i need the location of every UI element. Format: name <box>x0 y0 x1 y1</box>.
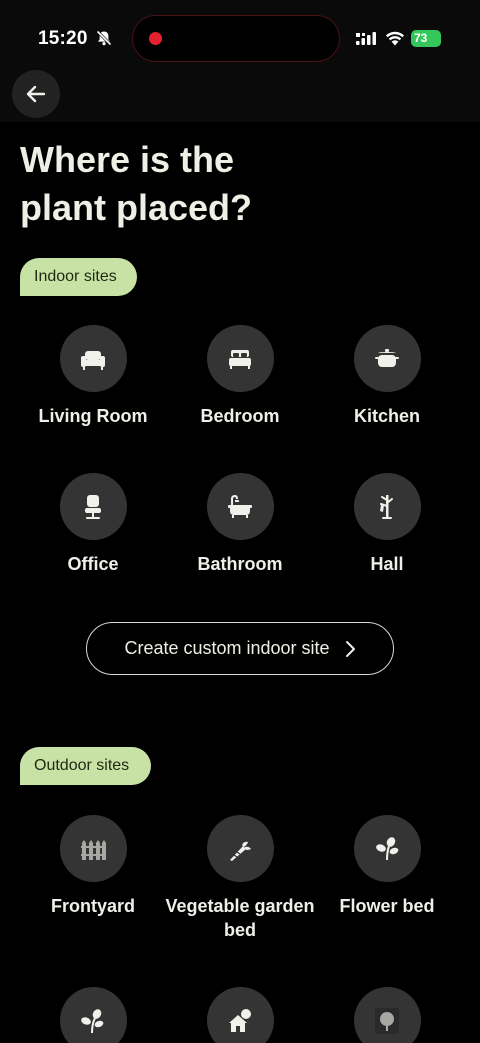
top-bar <box>0 70 480 122</box>
fence-icon <box>59 815 127 882</box>
site-outdoor-4[interactable] <box>18 987 168 1043</box>
tree-icon <box>353 987 421 1043</box>
sofa-icon <box>59 325 127 392</box>
status-bar: 15:20 73 <box>0 0 480 70</box>
dynamic-island <box>132 15 340 62</box>
outdoor-sites-chip: Outdoor sites <box>20 747 151 785</box>
site-office[interactable]: Office <box>18 473 168 576</box>
site-flower-bed[interactable]: Flower bed <box>312 815 462 918</box>
site-label: Hall <box>370 554 404 574</box>
page-title: Where is the plant placed? <box>20 139 253 228</box>
site-outdoor-5[interactable] <box>165 987 315 1043</box>
battery-icon: 73 <box>411 30 441 47</box>
site-bedroom[interactable]: Bedroom <box>165 325 315 428</box>
site-outdoor-6[interactable] <box>312 987 462 1043</box>
site-bathroom[interactable]: Bathroom <box>165 473 315 576</box>
site-label: Kitchen <box>353 406 420 426</box>
site-vegetable-garden-bed[interactable]: Vegetable garden bed <box>165 815 315 942</box>
site-frontyard[interactable]: Frontyard <box>18 815 168 918</box>
back-button[interactable] <box>12 70 60 118</box>
house-icon <box>206 987 274 1043</box>
site-label: Bathroom <box>197 554 283 574</box>
create-custom-indoor-site-button[interactable]: Create custom indoor site <box>86 622 394 675</box>
custom-button-label: Create custom indoor site <box>124 638 330 658</box>
status-time: 15:20 <box>38 28 88 49</box>
battery-percent: 73 <box>414 31 428 45</box>
flower-icon <box>353 815 421 882</box>
site-label: Living Room <box>38 406 148 426</box>
record-dot-icon <box>149 32 162 45</box>
office-chair-icon <box>59 473 127 540</box>
site-label: Frontyard <box>50 896 135 916</box>
site-kitchen[interactable]: Kitchen <box>312 325 462 428</box>
chevron-right-icon <box>345 640 355 657</box>
site-label: Bedroom <box>200 406 280 426</box>
site-living-room[interactable]: Living Room <box>18 325 168 428</box>
wifi-icon <box>386 31 404 46</box>
carrot-icon <box>206 815 274 882</box>
bell-slash-icon <box>96 30 112 46</box>
site-label: Vegetable garden bed <box>165 896 315 940</box>
site-hall[interactable]: Hall <box>312 473 462 576</box>
bed-icon <box>206 325 274 392</box>
bathtub-icon <box>206 473 274 540</box>
arrow-left-icon <box>26 85 46 103</box>
site-label: Flower bed <box>339 896 435 916</box>
pot-icon <box>353 325 421 392</box>
indoor-sites-chip: Indoor sites <box>20 258 137 296</box>
cellular-signal-icon <box>356 32 376 45</box>
coat-rack-icon <box>353 473 421 540</box>
site-label: Office <box>67 554 119 574</box>
leaves-icon <box>59 987 127 1043</box>
